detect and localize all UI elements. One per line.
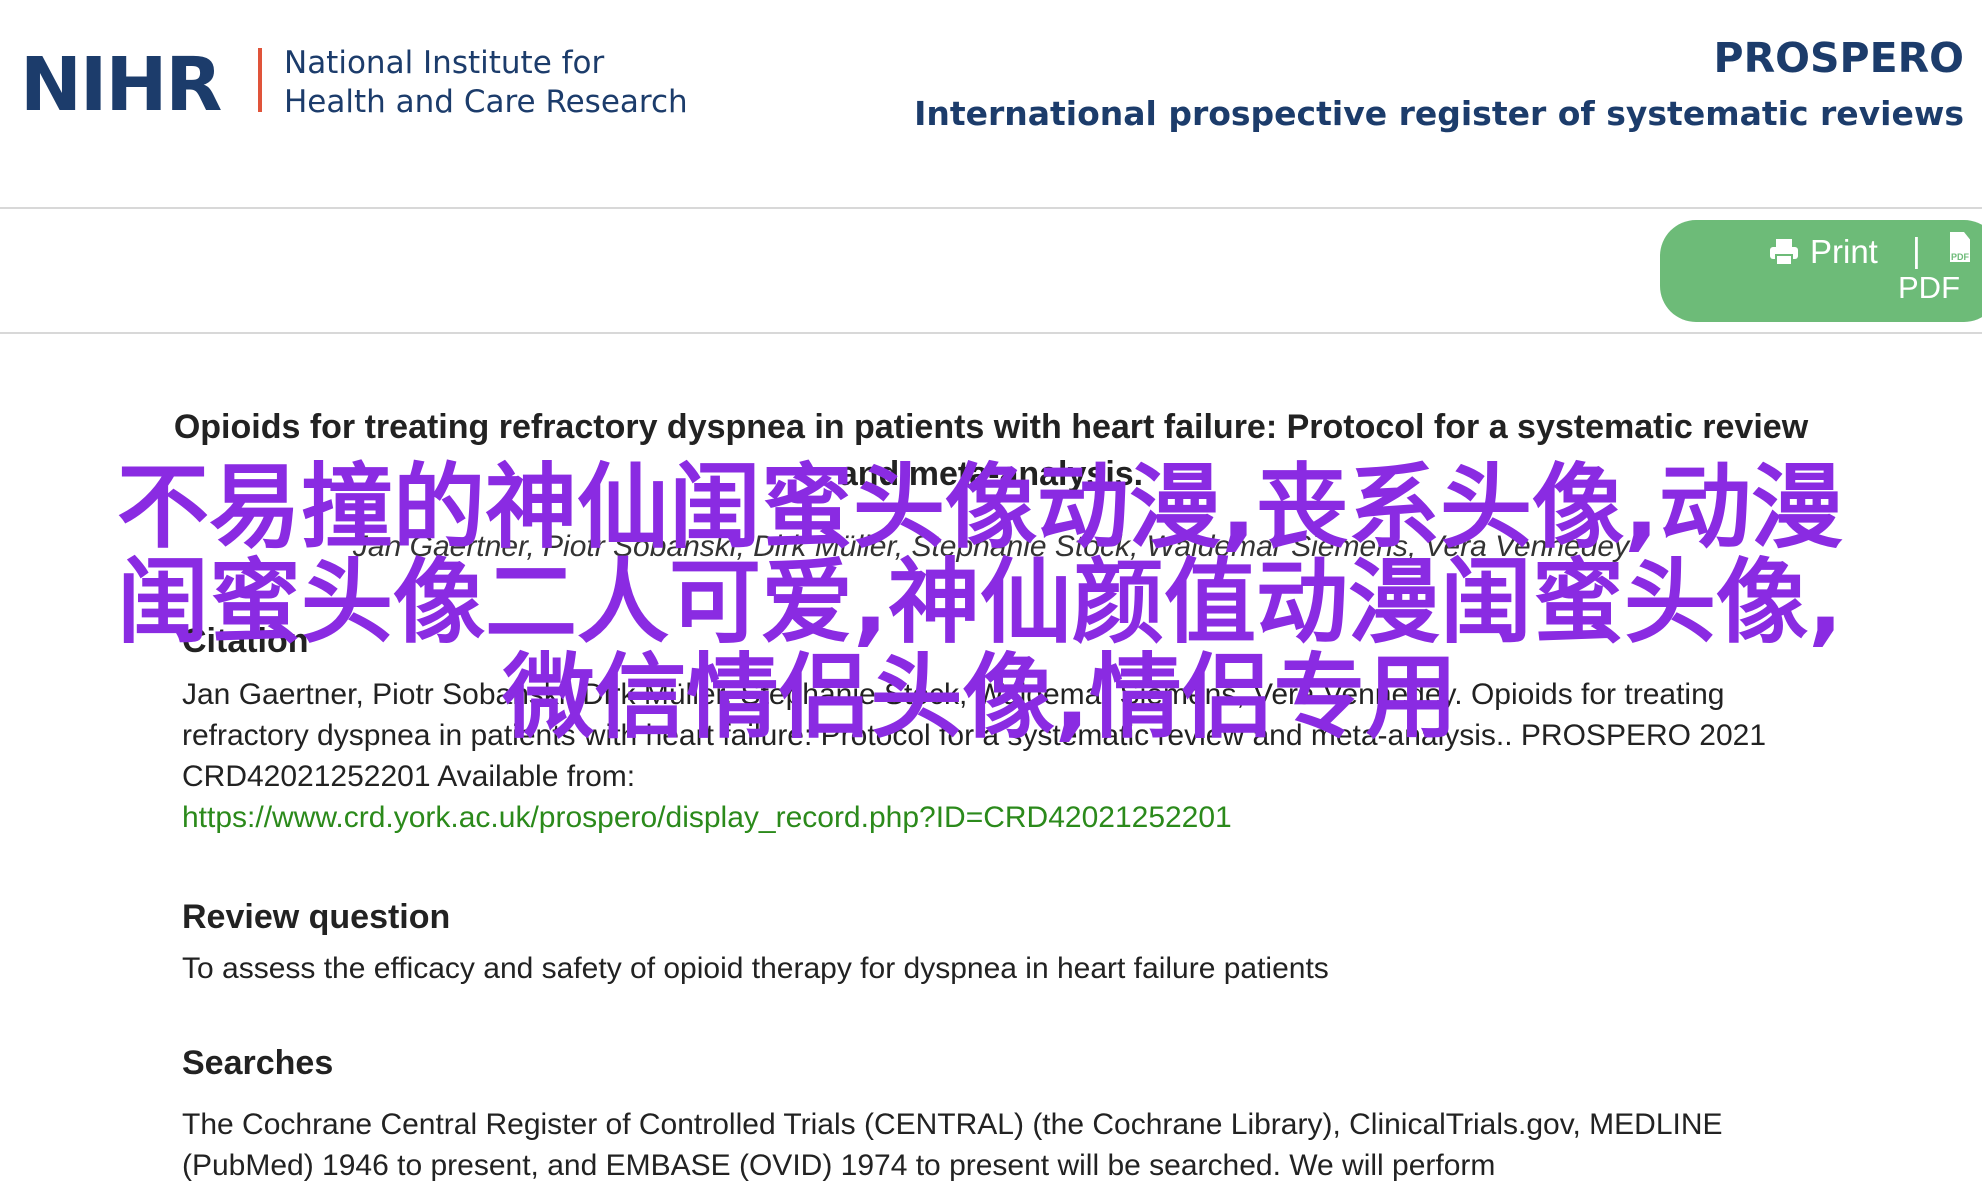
record-authors: Jan Gaertner, Piotr Sobanski, Dirk Mülle…: [352, 530, 1630, 563]
record-title: Opioids for treating refractory dyspnea …: [173, 408, 1809, 493]
review-question-text: To assess the efficacy and safety of opi…: [182, 952, 1329, 985]
citation-body: Jan Gaertner, Piotr Sobanski, Dirk Mülle…: [182, 678, 1767, 793]
pdf-icon-text: PDF: [1951, 252, 1969, 262]
printer-icon: [1770, 239, 1798, 266]
citation-text: Jan Gaertner, Piotr Sobanski, Dirk Mülle…: [182, 674, 1822, 838]
print-pdf-pill: Print | PDF PDF: [1660, 220, 1982, 322]
citation-heading: Citation: [182, 622, 309, 660]
print-button[interactable]: Print: [1768, 230, 1878, 274]
logo-line-1: National Institute for: [284, 45, 605, 81]
review-question-heading: Review question: [182, 898, 451, 936]
print-label: Print: [1810, 233, 1878, 270]
site-subtitle: International prospective register of sy…: [914, 94, 1964, 133]
overlay-line-2: 闺蜜头像二人可爱,神仙颜值动漫闺蜜头像,: [117, 549, 1843, 656]
nihr-logo[interactable]: NIHR: [20, 48, 222, 122]
pdf-file-icon[interactable]: PDF: [1950, 232, 1970, 262]
toolbar-separator: |: [1912, 232, 1921, 270]
logo-line-2: Health and Care Research: [284, 84, 688, 120]
site-title[interactable]: PROSPERO: [1714, 34, 1964, 82]
searches-heading: Searches: [182, 1044, 334, 1082]
record-link[interactable]: https://www.crd.york.ac.uk/prospero/disp…: [182, 801, 1232, 834]
toolbar-divider: [0, 332, 1982, 334]
site-header: NIHR National Institute for Health and C…: [0, 0, 1982, 208]
nihr-logo-text: National Institute for Health and Care R…: [284, 44, 688, 122]
pdf-button[interactable]: PDF: [1898, 270, 1960, 306]
searches-text: The Cochrane Central Register of Control…: [182, 1108, 1723, 1182]
logo-divider: [258, 48, 262, 112]
